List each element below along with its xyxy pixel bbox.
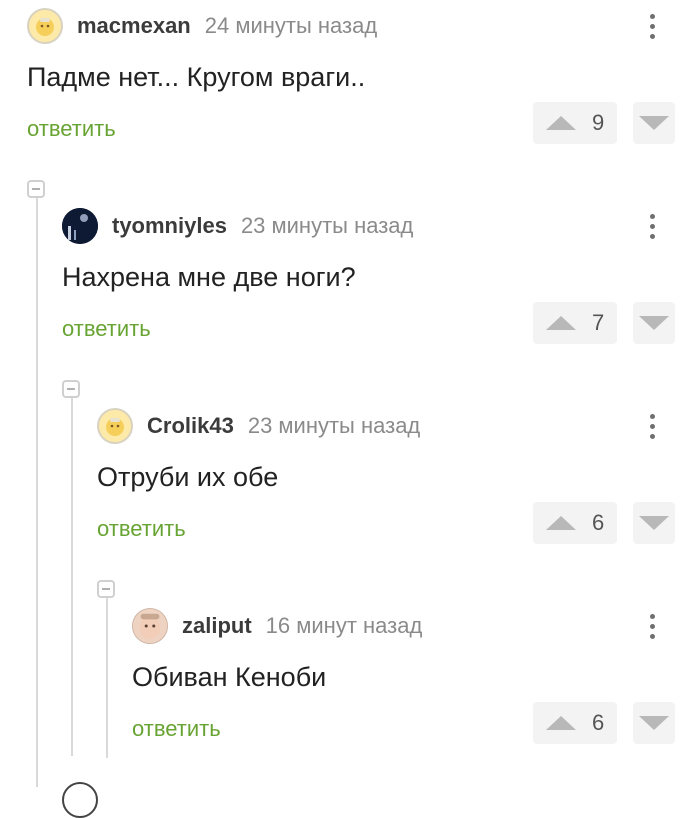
- downvote-button[interactable]: [633, 702, 675, 744]
- timestamp[interactable]: 24 минуты назад: [205, 13, 377, 39]
- reply-link[interactable]: ответить: [132, 716, 221, 742]
- avatar[interactable]: [27, 8, 63, 44]
- timestamp[interactable]: 23 минуты назад: [241, 213, 413, 239]
- username[interactable]: macmexan: [77, 13, 191, 39]
- avatar[interactable]: [62, 782, 98, 818]
- username[interactable]: zaliput: [182, 613, 252, 639]
- thread-line-level-2: [71, 398, 73, 756]
- upvote-button[interactable]: 9: [533, 102, 617, 144]
- timestamp[interactable]: 16 минут назад: [266, 613, 423, 639]
- comment-text: Нахрена мне две ноги?: [62, 262, 356, 292]
- comment-header: tyomniyles 23 минуты назад: [62, 206, 413, 246]
- comment-header: macmexan 24 минуты назад: [27, 6, 377, 46]
- downvote-arrow-icon: [639, 116, 669, 130]
- comment-header: Crolik43 23 минуты назад: [97, 406, 420, 446]
- collapse-thread-button[interactable]: [97, 580, 115, 598]
- vote-count: 6: [592, 710, 605, 735]
- collapse-thread-button[interactable]: [62, 380, 80, 398]
- more-options-icon[interactable]: [640, 206, 664, 246]
- more-options-icon[interactable]: [640, 6, 664, 46]
- night-photo-avatar: [62, 208, 98, 244]
- comment-text: Обиван Кеноби: [132, 662, 327, 692]
- more-options-icon[interactable]: [640, 406, 664, 446]
- downvote-button[interactable]: [633, 502, 675, 544]
- upvote-button[interactable]: 7: [533, 302, 617, 344]
- more-options-icon[interactable]: [640, 606, 664, 646]
- comment-text: Отруби их обе: [97, 462, 279, 492]
- vote-count: 6: [592, 510, 605, 535]
- yellow-face-icon: [36, 18, 54, 36]
- downvote-arrow-icon: [639, 516, 669, 530]
- comment-header: zaliput 16 минут назад: [132, 606, 422, 646]
- collapse-thread-button[interactable]: [27, 180, 45, 198]
- reply-link[interactable]: ответить: [62, 316, 151, 342]
- username[interactable]: Crolik43: [147, 413, 234, 439]
- reply-link[interactable]: ответить: [27, 116, 116, 142]
- avatar[interactable]: [62, 208, 98, 244]
- downvote-button[interactable]: [633, 102, 675, 144]
- upvote-arrow-icon: [546, 316, 576, 330]
- child-photo-avatar: [133, 609, 167, 643]
- upvote-arrow-icon: [546, 516, 576, 530]
- yellow-face-icon: [106, 418, 124, 436]
- upvote-arrow-icon: [546, 716, 576, 730]
- downvote-button[interactable]: [633, 302, 675, 344]
- reply-link[interactable]: ответить: [97, 516, 186, 542]
- thread-line-level-3: [106, 598, 108, 758]
- avatar[interactable]: [97, 408, 133, 444]
- downvote-arrow-icon: [639, 316, 669, 330]
- thread-line-level-1: [36, 198, 38, 787]
- vote-count: 9: [592, 110, 605, 135]
- timestamp[interactable]: 23 минуты назад: [248, 413, 420, 439]
- upvote-arrow-icon: [546, 116, 576, 130]
- upvote-button[interactable]: 6: [533, 702, 617, 744]
- username[interactable]: tyomniyles: [112, 213, 227, 239]
- vote-count: 7: [592, 310, 605, 335]
- downvote-arrow-icon: [639, 716, 669, 730]
- avatar[interactable]: [132, 608, 168, 644]
- upvote-button[interactable]: 6: [533, 502, 617, 544]
- comment-text: Падме нет... Кругом враги..: [27, 62, 366, 92]
